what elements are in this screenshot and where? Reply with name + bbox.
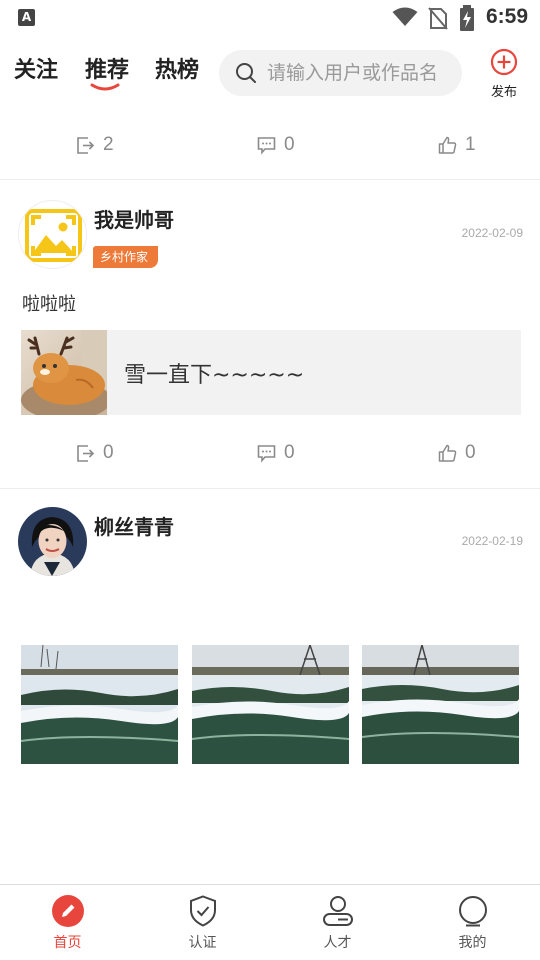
shield-check-icon	[189, 895, 216, 927]
comment-button[interactable]: 0	[257, 433, 295, 473]
post-username[interactable]: 我是帅哥	[94, 204, 174, 233]
nav-home-label: 首页	[53, 935, 82, 951]
nav-mine[interactable]: 我的	[405, 885, 540, 960]
post-text: 啦啦啦	[22, 294, 76, 315]
publish-button[interactable]: 发布	[486, 48, 522, 100]
share-icon	[77, 136, 95, 154]
tab-recommend[interactable]: 推荐	[85, 52, 129, 84]
add-circle-icon	[490, 48, 518, 76]
avatar[interactable]	[18, 507, 87, 576]
comment-icon	[257, 444, 276, 463]
nav-talent-label: 人才	[323, 935, 352, 951]
notification-icon: A	[18, 9, 35, 26]
clock: 6:59	[486, 5, 529, 28]
search-bar[interactable]	[219, 50, 462, 96]
author-badge: 乡村作家	[93, 246, 159, 268]
cat-with-antlers-photo	[21, 330, 107, 415]
post-date: 2022-02-19	[461, 534, 523, 548]
no-sim-icon	[428, 7, 448, 30]
snowy-field-photo	[21, 645, 178, 764]
like-count: 1	[465, 134, 476, 155]
post-photo[interactable]	[21, 645, 178, 764]
search-icon	[236, 63, 256, 83]
snowy-field-photo	[192, 645, 349, 764]
post-photo[interactable]	[362, 645, 519, 764]
like-count: 0	[465, 442, 476, 463]
like-button[interactable]: 0	[438, 433, 476, 473]
post-date: 2022-02-09	[461, 226, 523, 240]
woman-portrait-photo	[18, 507, 87, 576]
like-button[interactable]: 1	[438, 125, 476, 165]
nav-certification[interactable]: 认证	[135, 885, 270, 960]
post-username[interactable]: 柳丝青青	[94, 511, 174, 540]
snowy-field-photo	[362, 645, 519, 764]
comment-count: 0	[284, 442, 295, 463]
image-placeholder-icon	[25, 209, 82, 262]
link-title: 雪一直下~~~~~	[124, 363, 305, 388]
post-actions: 2 0 1	[0, 125, 540, 165]
share-button[interactable]: 0	[76, 433, 114, 473]
post-card[interactable]: 柳丝青青 2022-02-19	[0, 489, 540, 779]
tab-follow[interactable]: 关注	[14, 52, 58, 84]
photo-grid	[0, 645, 540, 764]
share-count: 0	[103, 442, 114, 463]
top-header: 关注 推荐 热榜 发布	[0, 40, 540, 106]
share-icon	[77, 444, 95, 462]
person-icon	[322, 896, 353, 926]
share-button[interactable]: 2	[76, 125, 114, 165]
nav-certification-label: 认证	[188, 935, 217, 951]
tab-hot[interactable]: 热榜	[155, 52, 199, 84]
share-count: 2	[103, 134, 114, 155]
nav-mine-label: 我的	[458, 935, 487, 951]
avatar[interactable]	[18, 200, 87, 269]
link-thumbnail	[21, 330, 107, 415]
active-tab-indicator	[90, 83, 120, 91]
home-pen-icon	[51, 895, 84, 927]
bottom-navigation: 首页 认证 人才 我的	[0, 884, 540, 960]
comment-button[interactable]: 0	[257, 125, 295, 165]
status-bar: A 6:59	[0, 0, 540, 36]
comment-icon	[257, 136, 276, 155]
thumbs-up-icon	[438, 136, 457, 154]
battery-charging-icon	[460, 5, 474, 31]
post-actions: 0 0 0	[0, 433, 540, 473]
profile-circle-icon	[458, 896, 487, 927]
nav-talent[interactable]: 人才	[270, 885, 405, 960]
post-card[interactable]: 我是帅哥 2022-02-09 乡村作家 啦啦啦 雪一直下~~~~~ 0 0 0	[0, 180, 540, 488]
nav-home[interactable]: 首页	[0, 885, 135, 960]
link-card[interactable]: 雪一直下~~~~~	[21, 330, 521, 415]
wifi-icon	[392, 7, 418, 26]
search-input[interactable]	[267, 50, 452, 96]
publish-label: 发布	[490, 85, 517, 100]
thumbs-up-icon	[438, 444, 457, 462]
comment-count: 0	[284, 134, 295, 155]
post-photo[interactable]	[192, 645, 349, 764]
